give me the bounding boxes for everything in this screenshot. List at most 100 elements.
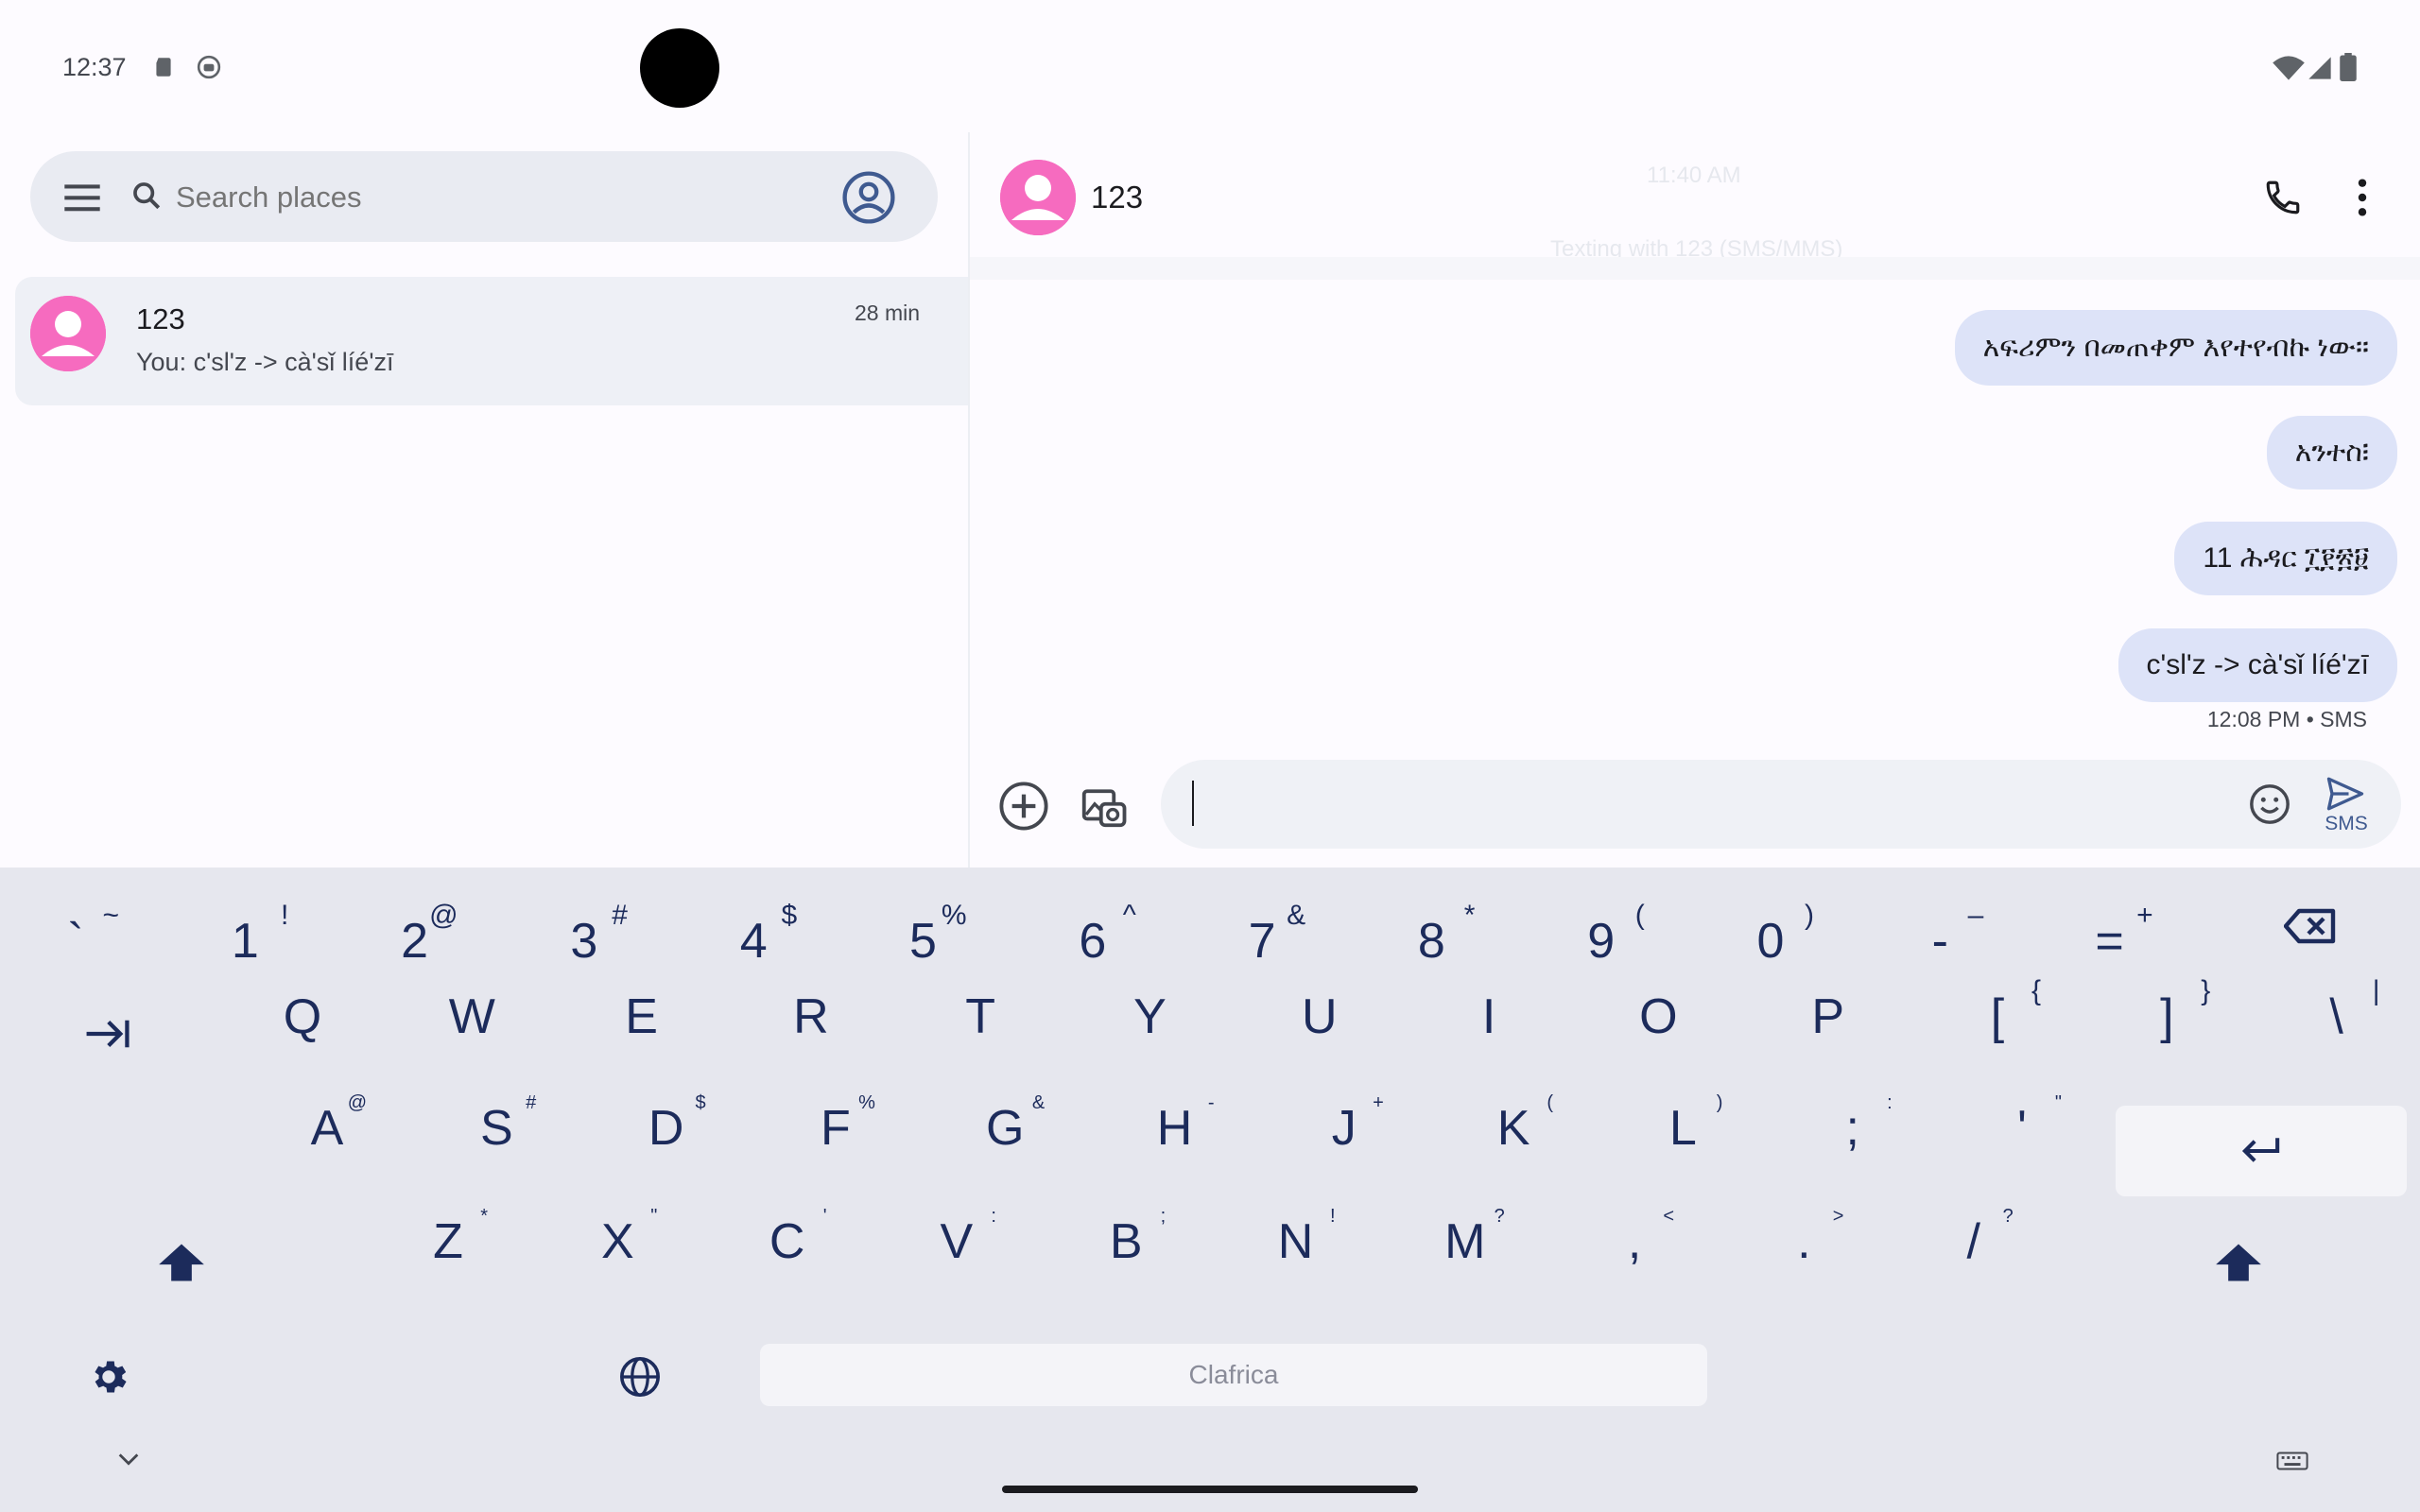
keyboard-switch-icon[interactable] — [2276, 1452, 2308, 1470]
menu-icon[interactable] — [62, 181, 102, 214]
conversation-time: 28 min — [855, 301, 921, 325]
key-secondary-label: * — [1463, 900, 1476, 931]
key-row3-7[interactable]: K( — [1438, 1074, 1589, 1177]
key-secondary-label: + — [1373, 1092, 1384, 1113]
search-input[interactable] — [174, 174, 783, 221]
key-row4-7[interactable]: , < — [1559, 1187, 1710, 1291]
key-row3-2[interactable]: D $ — [591, 1074, 742, 1177]
message-bubble[interactable]: c'sl'z -> cà'sǐ líé'zī — [2118, 628, 2397, 702]
key-row4-6[interactable]: M? — [1390, 1187, 1541, 1291]
message-bubble[interactable]: አፍሪምን በመጠቀም እየተየብኩ ነው። — [1954, 310, 2397, 386]
key-secondary-label: - — [1207, 1092, 1215, 1113]
signal-icon — [2308, 57, 2331, 79]
camera-cutout — [640, 28, 719, 108]
key-secondary-label: & — [1031, 1092, 1046, 1113]
key-row3-5[interactable]: H- — [1099, 1074, 1251, 1177]
settings-icon[interactable] — [87, 1355, 130, 1399]
key-row2-0[interactable]: Q — [227, 962, 378, 1066]
key-row4-3[interactable]: V: — [881, 1187, 1032, 1291]
globe-icon[interactable] — [618, 1355, 662, 1399]
key-row3-4[interactable]: G & — [929, 1074, 1080, 1177]
compose-field[interactable] — [1161, 760, 2401, 849]
key-label: I — [1481, 989, 1496, 1044]
chat-avatar[interactable] — [1000, 160, 1076, 235]
key-row4-1[interactable]: X " — [542, 1187, 693, 1291]
key-row4-5[interactable]: N! — [1220, 1187, 1372, 1291]
conversation-item[interactable] — [15, 277, 968, 405]
enter-key[interactable] — [2116, 1106, 2407, 1196]
send-icon[interactable] — [2325, 775, 2365, 813]
key-row2-8[interactable]: O — [1582, 962, 1734, 1066]
key-row2-9[interactable]: P — [1753, 962, 1904, 1066]
more-options-icon[interactable] — [2346, 176, 2378, 219]
gallery-camera-icon[interactable] — [1078, 781, 1129, 832]
key-secondary-label: ! — [280, 900, 289, 931]
key-secondary-label: ~ — [102, 900, 119, 931]
key-secondary-label: @ — [347, 1092, 367, 1113]
key-secondary-label: } — [2201, 975, 2211, 1006]
shift-right-icon[interactable] — [2214, 1242, 2263, 1283]
key-row3-8[interactable]: L) — [1607, 1074, 1758, 1177]
key-secondary-label: & — [1287, 900, 1306, 931]
key-row2-4[interactable]: T — [905, 962, 1056, 1066]
key-label: 2 — [401, 914, 429, 969]
key-secondary-label: ( — [1634, 900, 1645, 931]
key-secondary-label: ! — [1329, 1206, 1336, 1227]
space-bar[interactable]: Clafrica — [760, 1344, 1707, 1406]
message-bubble[interactable]: አንተስ፧ — [2266, 416, 2397, 490]
key-row2-1[interactable]: W — [396, 962, 547, 1066]
tab-icon[interactable] — [83, 1017, 130, 1051]
phone-icon[interactable] — [2263, 178, 2303, 217]
key-row2-12[interactable]: \ | — [2261, 962, 2412, 1066]
backspace-icon[interactable] — [2284, 907, 2337, 945]
message-bubble[interactable]: 11 ሕዳር ፲፻፳፱ — [2174, 522, 2397, 595]
key-label: 1 — [231, 914, 259, 969]
key-label: 6 — [1079, 914, 1107, 969]
battery-icon — [2340, 53, 2357, 81]
key-row2-3[interactable]: R — [735, 962, 887, 1066]
navigation-handle[interactable] — [1002, 1486, 1418, 1493]
chat-header-divider — [970, 257, 2420, 280]
key-label: = — [2095, 914, 2124, 969]
account-icon[interactable] — [841, 170, 896, 225]
key-row3-3[interactable]: F% — [760, 1074, 911, 1177]
key-row4-4[interactable]: B; — [1050, 1187, 1201, 1291]
key-row4-0[interactable]: Z * — [372, 1187, 524, 1291]
key-row3-10[interactable]: ' " — [1946, 1074, 2098, 1177]
key-row1-0[interactable]: ` ~ — [0, 886, 151, 990]
shift-left-icon[interactable] — [157, 1242, 206, 1283]
key-row2-11[interactable]: ]} — [2091, 962, 2242, 1066]
key-label: J — [1331, 1101, 1357, 1156]
key-secondary-label: % — [941, 900, 967, 931]
key-row3-6[interactable]: J + — [1269, 1074, 1420, 1177]
key-label: X — [600, 1214, 634, 1269]
key-label: U — [1302, 989, 1338, 1044]
send-label: SMS — [2325, 813, 2368, 834]
key-secondary-label: ) — [1805, 900, 1814, 931]
add-attachment-icon[interactable] — [998, 781, 1049, 832]
key-row2-10[interactable]: [{ — [1922, 962, 2073, 1066]
key-label: L — [1668, 1101, 1697, 1156]
key-row2-5[interactable]: Y — [1075, 962, 1226, 1066]
key-label: V — [940, 1214, 974, 1269]
key-row4-8[interactable]: . > — [1728, 1187, 1879, 1291]
collapse-keyboard-icon[interactable] — [115, 1450, 142, 1469]
key-row3-0[interactable]: A @ — [251, 1074, 403, 1177]
key-secondary-label: " — [2054, 1092, 2062, 1113]
key-row4-9[interactable]: /? — [1898, 1187, 2049, 1291]
key-label: G — [985, 1101, 1025, 1156]
emoji-icon[interactable] — [2248, 782, 2291, 826]
chat-contact-name: 123 — [1091, 180, 1144, 215]
key-row3-1[interactable]: S # — [421, 1074, 572, 1177]
key-secondary-label: ^ — [1122, 900, 1136, 931]
key-row4-2[interactable]: C ' — [712, 1187, 863, 1291]
key-row3-9[interactable]: ;: — [1777, 1074, 1928, 1177]
key-label: 9 — [1587, 914, 1616, 969]
key-label: D — [648, 1101, 684, 1156]
key-row2-6[interactable]: U — [1244, 962, 1395, 1066]
key-label: P — [1811, 989, 1845, 1044]
key-row2-7[interactable]: I — [1413, 962, 1564, 1066]
key-label: [ — [1990, 989, 2005, 1044]
key-row2-2[interactable]: E — [566, 962, 717, 1066]
key-label: M — [1444, 1214, 1486, 1269]
